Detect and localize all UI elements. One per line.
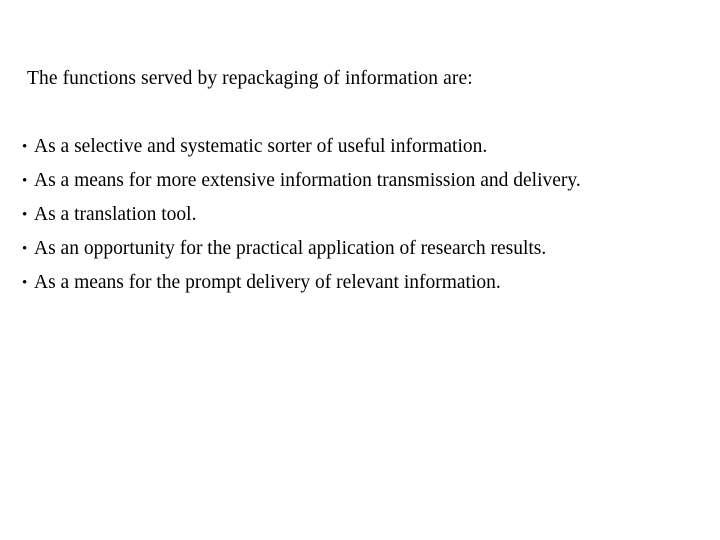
list-item: • As an opportunity for the practical ap… [22, 232, 652, 266]
list-item-label: As a means for the prompt delivery of re… [34, 272, 501, 293]
list-item-label: As an opportunity for the practical appl… [34, 238, 547, 259]
bullet-point-icon: • [22, 241, 28, 257]
bullet-point-icon: • [22, 139, 28, 155]
intro-list-spacer [22, 96, 652, 130]
list-item-label: As a translation tool. [34, 204, 197, 225]
slide-canvas: The functions served by repackaging of i… [0, 0, 720, 540]
bullet-point-icon: • [22, 275, 28, 291]
list-item: • As a translation tool. [22, 198, 652, 232]
list-item-label: As a selective and systematic sorter of … [34, 136, 488, 157]
list-item-label: As a means for more extensive informatio… [34, 170, 581, 191]
bullet-point-icon: • [22, 207, 28, 223]
functions-bullet-list: • As a selective and systematic sorter o… [22, 130, 652, 300]
bullet-point-icon: • [22, 173, 28, 189]
slide-content: The functions served by repackaging of i… [22, 62, 652, 300]
intro-sentence: The functions served by repackaging of i… [27, 68, 473, 89]
list-item: • As a selective and systematic sorter o… [22, 130, 652, 164]
list-item: • As a means for more extensive informat… [22, 164, 652, 198]
list-item: • As a means for the prompt delivery of … [22, 266, 652, 300]
